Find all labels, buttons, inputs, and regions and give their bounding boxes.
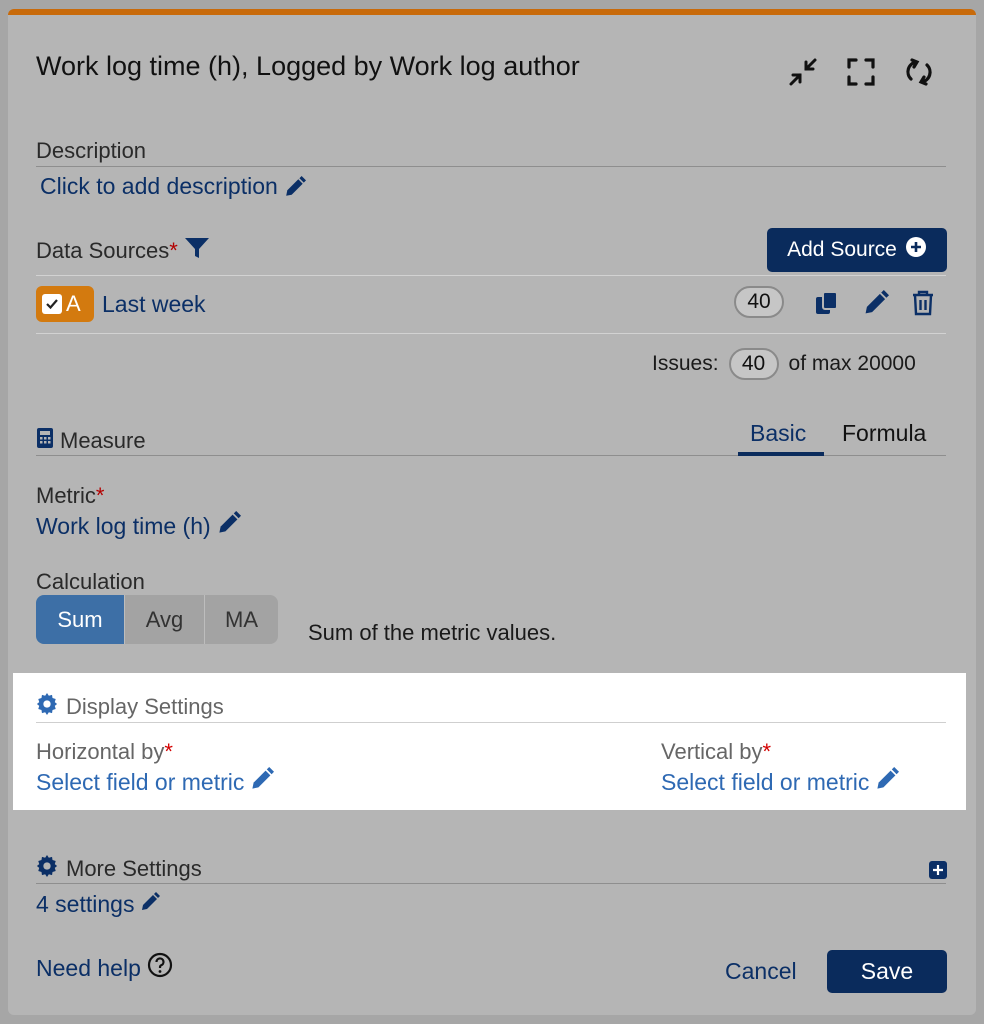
required-marker: *: [169, 238, 178, 263]
header-icons: [786, 55, 936, 89]
vertical-by-label: Vertical by*: [661, 739, 771, 765]
issues-summary: Issues: 40 of max 20000: [652, 348, 916, 380]
data-sources-label: Data Sources*: [36, 238, 178, 264]
gear-icon: [36, 693, 58, 721]
display-settings-section: Display Settings Horizontal by* Select f…: [13, 673, 966, 810]
divider: [36, 275, 946, 276]
source-badge[interactable]: A: [36, 286, 94, 322]
horizontal-by-text: Horizontal by: [36, 739, 165, 764]
pencil-icon: [875, 767, 900, 797]
chart-settings-panel: Work log time (h), Logged by Work log au…: [8, 9, 976, 1015]
tab-formula[interactable]: Formula: [842, 420, 926, 447]
pencil-icon: [217, 511, 241, 541]
calculation-segmented-control: Sum Avg MA: [36, 595, 278, 644]
horizontal-by-label: Horizontal by*: [36, 739, 173, 765]
source-letter: A: [66, 291, 81, 316]
calc-option-avg[interactable]: Avg: [124, 595, 204, 644]
add-description-link[interactable]: Click to add description: [40, 173, 306, 200]
calc-option-sum[interactable]: Sum: [36, 595, 124, 644]
tab-active-indicator: [738, 452, 824, 456]
issues-max: of max 20000: [788, 352, 916, 375]
measure-header: Measure: [36, 427, 146, 455]
metric-link[interactable]: Work log time (h): [36, 511, 241, 541]
horizontal-field-link[interactable]: Select field or metric: [36, 767, 275, 797]
metric-label-text: Metric: [36, 483, 96, 508]
expand-plus-icon[interactable]: [929, 861, 947, 884]
issues-label: Issues:: [652, 352, 719, 375]
vertical-field-value: Select field or metric: [661, 768, 870, 795]
panel-title: Work log time (h), Logged by Work log au…: [36, 51, 580, 81]
source-name-link[interactable]: Last week: [102, 291, 206, 318]
copy-icon[interactable]: [814, 290, 840, 321]
plus-circle-icon: [905, 236, 927, 264]
metric-value: Work log time (h): [36, 512, 211, 539]
divider: [36, 883, 946, 884]
tab-basic[interactable]: Basic: [750, 420, 806, 447]
edit-source-icon[interactable]: [863, 290, 889, 321]
pencil-icon: [284, 175, 306, 198]
pencil-icon: [140, 891, 161, 918]
data-sources-header: Data Sources*: [36, 236, 210, 266]
source-count-badge: 40: [734, 286, 784, 318]
calculation-description: Sum of the metric values.: [308, 620, 557, 645]
gear-icon: [36, 855, 58, 883]
divider: [36, 333, 946, 334]
add-source-button[interactable]: Add Source: [767, 228, 947, 272]
collapse-icon[interactable]: [786, 55, 820, 89]
pencil-icon: [250, 767, 275, 797]
add-source-label: Add Source: [787, 238, 897, 261]
required-marker: *: [164, 739, 173, 764]
required-marker: *: [95, 483, 105, 508]
calculator-icon: [36, 427, 54, 455]
more-settings-value: 4 settings: [36, 891, 135, 917]
horizontal-field-value: Select field or metric: [36, 768, 245, 795]
vertical-by-text: Vertical by: [661, 739, 763, 764]
need-help-link[interactable]: Need help: [36, 952, 173, 984]
save-button[interactable]: Save: [827, 950, 947, 993]
calc-option-ma[interactable]: MA: [204, 595, 278, 644]
trash-icon[interactable]: [911, 290, 935, 321]
refresh-icon[interactable]: [902, 55, 936, 89]
description-label: Description: [36, 138, 147, 163]
checkbox-icon[interactable]: [42, 294, 62, 314]
help-circle-icon: [147, 952, 173, 984]
metric-label: Metric*: [36, 483, 104, 509]
filter-icon[interactable]: [184, 236, 210, 266]
display-settings-header: Display Settings: [36, 693, 224, 721]
cancel-button[interactable]: Cancel: [725, 958, 797, 985]
calculation-label: Calculation: [36, 569, 145, 594]
more-settings-header: More Settings: [36, 855, 202, 883]
measure-label: Measure: [60, 428, 146, 453]
display-settings-label: Display Settings: [66, 694, 224, 719]
required-marker: *: [762, 739, 772, 764]
more-settings-label: More Settings: [66, 856, 202, 881]
issues-count-badge: 40: [728, 348, 779, 380]
fullscreen-icon[interactable]: [844, 55, 878, 89]
divider: [36, 166, 946, 167]
more-settings-link[interactable]: 4 settings: [36, 891, 161, 918]
data-sources-text: Data Sources: [36, 238, 170, 263]
divider: [36, 722, 946, 723]
add-description-text: Click to add description: [40, 173, 278, 199]
vertical-field-link[interactable]: Select field or metric: [661, 767, 900, 797]
need-help-text: Need help: [36, 954, 141, 981]
